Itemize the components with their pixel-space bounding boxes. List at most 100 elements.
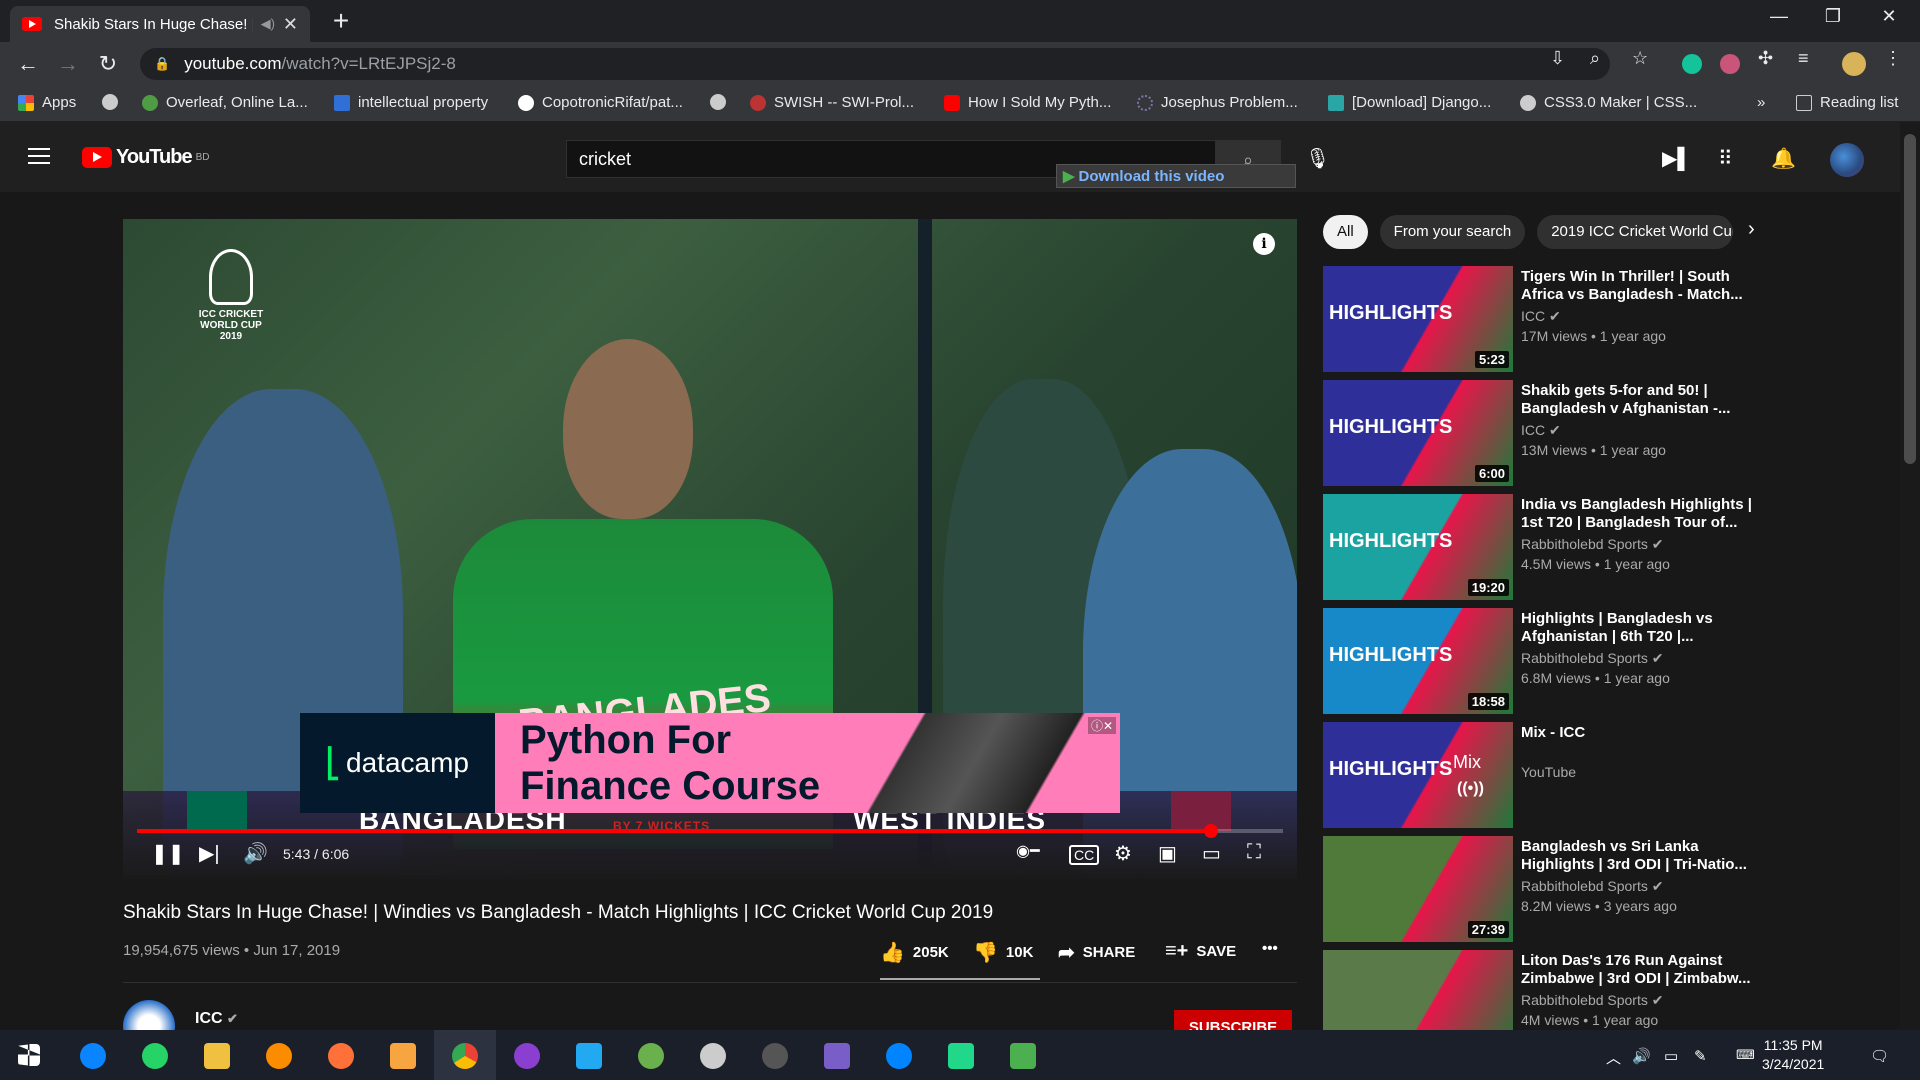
bookmark-apps[interactable]: Apps (18, 94, 76, 111)
chip-all[interactable]: All (1323, 215, 1368, 249)
vscode-icon[interactable] (576, 1043, 602, 1069)
recommendation-channel[interactable]: Rabbitholebd Sports ✔ (1521, 992, 1664, 1009)
recommendation-title[interactable]: Bangladesh vs Sri Lanka Highlights | 3rd… (1521, 838, 1763, 874)
extensions-puzzle-icon[interactable]: ✣ (1758, 48, 1773, 69)
theater-mode-icon[interactable]: ▭ (1202, 841, 1221, 866)
restore-icon[interactable]: ❐ (1810, 6, 1856, 27)
video-thumbnail[interactable]: HIGHLIGHTS 18:58 (1323, 608, 1513, 714)
recommendation-channel[interactable]: ICC ✔ (1521, 422, 1561, 439)
new-tab-button[interactable]: + (326, 6, 356, 36)
bookmark-css-maker[interactable]: CSS3.0 Maker | CSS... (1520, 94, 1697, 111)
channel-avatar[interactable] (123, 1000, 175, 1030)
minimize-icon[interactable]: — (1756, 6, 1802, 27)
recommendation-card[interactable]: HIGHLIGHTS 19:20 India vs Bangladesh Highl… (1323, 494, 1763, 604)
next-icon[interactable]: ▶| (199, 841, 220, 866)
github-desktop-icon[interactable] (514, 1043, 540, 1069)
bookmark-star-icon[interactable]: ☆ (1632, 48, 1648, 69)
keyboard-icon[interactable]: ⌨ (1736, 1047, 1755, 1063)
video-thumbnail[interactable]: HIGHLIGHTS Mix ((•)) (1323, 722, 1513, 828)
recommendation-title[interactable]: Liton Das's 176 Run Against Zimbabwe | 3… (1521, 952, 1763, 988)
video-thumbnail[interactable]: 27:39 (1323, 836, 1513, 942)
zoom-icon[interactable]: ⌕ (1590, 48, 1600, 69)
media-control-icon[interactable]: ≡ (1798, 48, 1809, 69)
bookmark-django[interactable]: [Download] Django... (1328, 94, 1491, 111)
recommendation-title[interactable]: Highlights | Bangladesh vs Afghanistan |… (1521, 610, 1763, 646)
reading-list[interactable]: Reading list (1796, 94, 1898, 111)
progress-bar[interactable] (137, 824, 1283, 838)
paint-app-icon[interactable] (390, 1043, 416, 1069)
recommendation-card[interactable]: HIGHLIGHTS 6:00 Shakib gets 5-for and 50! … (1323, 380, 1763, 490)
ad-close-icon[interactable]: ⓘ✕ (1087, 717, 1116, 734)
tab-audio-icon[interactable]: ◀) (261, 16, 275, 32)
more-actions-icon[interactable]: ••• (1262, 940, 1278, 957)
bookmark-globe-2[interactable] (710, 94, 734, 110)
firefox-icon[interactable] (328, 1043, 354, 1069)
channel-name[interactable]: ICC ✔ (195, 1010, 238, 1028)
video-thumbnail[interactable]: HIGHLIGHTS 5:23 (1323, 266, 1513, 372)
app-icon[interactable] (1010, 1043, 1036, 1069)
chip-world-cup[interactable]: 2019 ICC Cricket World Cup (1537, 215, 1734, 249)
dislike-button[interactable]: 👎 10K (973, 940, 1033, 965)
bookmark-swish[interactable]: SWISH -- SWI-Prol... (750, 94, 914, 111)
reload-icon[interactable]: ↻ (94, 50, 122, 78)
extension-icon[interactable] (1720, 54, 1740, 74)
scrubber-handle[interactable] (1203, 824, 1218, 838)
browser-app-icon[interactable] (80, 1043, 106, 1069)
account-avatar[interactable] (1830, 143, 1864, 177)
video-thumbnail[interactable] (1323, 950, 1513, 1030)
recommendation-channel[interactable]: YouTube (1521, 764, 1576, 780)
bookmark-github[interactable]: CopotronicRifat/pat... (518, 94, 683, 111)
volume-icon[interactable]: 🔊 (243, 841, 268, 866)
browser-tab[interactable]: Shakib Stars In Huge Chase! | W ◀) ✕ (10, 6, 310, 42)
file-explorer-icon[interactable] (204, 1043, 230, 1069)
pycharm-icon[interactable] (948, 1043, 974, 1069)
recommendation-card[interactable]: HIGHLIGHTS Mix ((•)) Mix - ICC YouTube (1323, 722, 1763, 832)
bookmark-globe[interactable] (102, 94, 126, 110)
fullscreen-icon[interactable]: ⛶ (1247, 841, 1261, 864)
video-thumbnail[interactable]: HIGHLIGHTS 6:00 (1323, 380, 1513, 486)
download-helper-bar[interactable]: ▶ Download this video (1056, 164, 1296, 188)
bookmark-intellectual-property[interactable]: intellectual property (334, 94, 488, 111)
recommendation-card[interactable]: HIGHLIGHTS 5:23 Tigers Win In Thriller! | … (1323, 266, 1763, 376)
profile-avatar[interactable] (1842, 52, 1866, 76)
windows-start-icon[interactable] (18, 1044, 40, 1066)
recommendation-channel[interactable]: Rabbitholebd Sports ✔ (1521, 878, 1664, 895)
security-app-icon[interactable] (266, 1043, 292, 1069)
app-icon[interactable] (700, 1043, 726, 1069)
whatsapp-icon[interactable] (142, 1043, 168, 1069)
notifications-bell-icon[interactable]: 🔔 (1771, 146, 1796, 171)
recommendation-title[interactable]: Mix - ICC (1521, 724, 1763, 742)
network-icon[interactable]: ▭ (1664, 1047, 1678, 1065)
clock[interactable]: 11:35 PM 3/24/2021 (1762, 1036, 1824, 1074)
install-icon[interactable]: ⇩ (1550, 48, 1565, 69)
grammarly-extension-icon[interactable] (1682, 54, 1702, 74)
recommendation-channel[interactable]: Rabbitholebd Sports ✔ (1521, 536, 1664, 553)
autoplay-toggle[interactable]: ◉━ (1016, 841, 1040, 861)
recommendation-title[interactable]: Tigers Win In Thriller! | South Africa v… (1521, 268, 1763, 304)
youtube-logo[interactable]: YouTube BD (82, 146, 209, 169)
app-icon[interactable] (638, 1043, 664, 1069)
save-button[interactable]: ≡+ SAVE (1165, 940, 1236, 963)
scrollbar-thumb[interactable] (1904, 134, 1916, 464)
page-scrollbar[interactable] (1900, 122, 1920, 1030)
lock-icon[interactable]: 🔒 (154, 56, 170, 72)
bookmark-josephus[interactable]: Josephus Problem... (1137, 94, 1298, 111)
recommendation-card[interactable]: 27:39 Bangladesh vs Sri Lanka Highlights … (1323, 836, 1763, 946)
recommendation-channel[interactable]: Rabbitholebd Sports ✔ (1521, 650, 1664, 667)
bookmark-overleaf[interactable]: Overleaf, Online La... (142, 94, 308, 111)
menu-kebab-icon[interactable]: ⋮ (1884, 48, 1902, 69)
recommendation-card[interactable]: HIGHLIGHTS 18:58 Highlights | Bangladesh v… (1323, 608, 1763, 718)
chrome-icon[interactable] (452, 1043, 478, 1069)
recommendation-channel[interactable]: ICC ✔ (1521, 308, 1561, 325)
messenger-icon[interactable] (886, 1043, 912, 1069)
window-close-icon[interactable]: ✕ (1866, 6, 1912, 27)
bookmark-youtube[interactable]: How I Sold My Pyth... (944, 94, 1111, 111)
recommendation-title[interactable]: India vs Bangladesh Highlights | 1st T20… (1521, 496, 1763, 532)
close-tab-icon[interactable]: ✕ (283, 14, 298, 35)
chevron-right-icon[interactable]: › (1748, 218, 1755, 241)
app-icon[interactable] (762, 1043, 788, 1069)
volume-tray-icon[interactable]: 🔊 (1632, 1047, 1651, 1065)
forward-icon[interactable]: → (54, 50, 82, 78)
microphone-icon[interactable]: 🎙 (1305, 146, 1330, 171)
tray-overflow-icon[interactable]: ︿ (1606, 1047, 1621, 1068)
